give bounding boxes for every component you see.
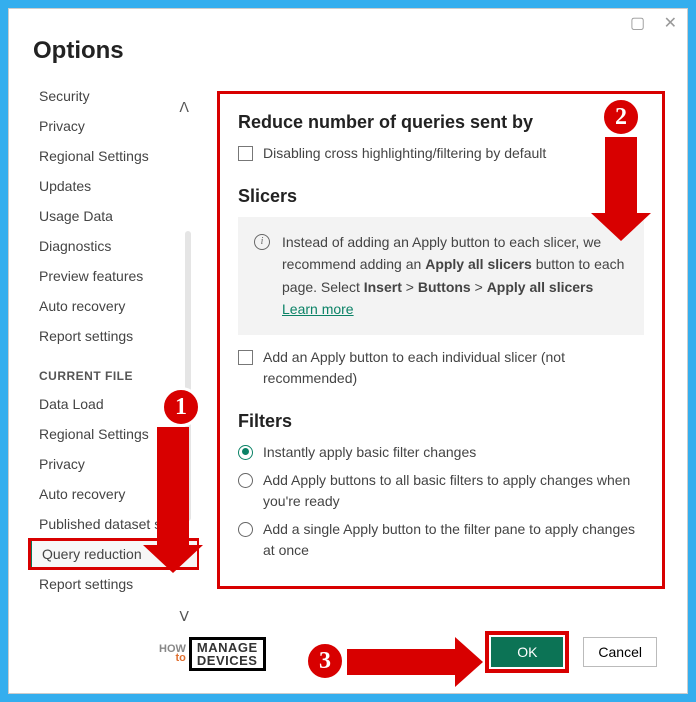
radio-apply-all-basic[interactable]: Add Apply buttons to all basic filters t…	[238, 470, 644, 512]
chevron-down-icon[interactable]: ᐯ	[179, 608, 189, 625]
sidebar-item-regional-settings[interactable]: Regional Settings	[29, 141, 199, 171]
annotation-arrow-3	[347, 649, 457, 675]
radio-icon	[238, 522, 253, 537]
radio-single-apply[interactable]: Add a single Apply button to the filter …	[238, 519, 644, 561]
annotation-badge-2: 2	[601, 97, 641, 137]
sidebar-item-report-settings[interactable]: Report settings	[29, 569, 199, 599]
radio-label: Add a single Apply button to the filter …	[263, 519, 644, 561]
info-icon: i	[254, 234, 270, 250]
cancel-button[interactable]: Cancel	[583, 637, 657, 667]
sidebar-item-updates[interactable]: Updates	[29, 171, 199, 201]
chevron-up-icon[interactable]: ᐱ	[179, 99, 189, 116]
dialog-footer: OK Cancel	[485, 631, 657, 673]
close-icon[interactable]: ✕	[664, 15, 677, 32]
sidebar-item-security[interactable]: Security	[29, 81, 199, 111]
sidebar-item-usage-data[interactable]: Usage Data	[29, 201, 199, 231]
ok-highlight: OK	[485, 631, 569, 673]
annotation-badge-3: 3	[305, 641, 345, 681]
sidebar-item-preview-features[interactable]: Preview features	[29, 261, 199, 291]
radio-label: Instantly apply basic filter changes	[263, 442, 476, 463]
watermark-howto: HOWto	[159, 645, 186, 664]
checkbox-apply-each-slicer[interactable]: Add an Apply button to each individual s…	[238, 347, 644, 389]
slicers-info-box: i Instead of adding an Apply button to e…	[238, 217, 644, 335]
checkbox-icon	[238, 350, 253, 365]
sidebar-item-auto-recovery[interactable]: Auto recovery	[29, 291, 199, 321]
watermark: HOWto MANAGEDEVICES	[159, 637, 266, 671]
radio-label: Add Apply buttons to all basic filters t…	[263, 470, 644, 512]
maximize-icon[interactable]: ▢	[630, 15, 645, 32]
radio-icon	[238, 473, 253, 488]
watermark-box: MANAGEDEVICES	[189, 637, 266, 671]
sidebar-item-diagnostics[interactable]: Diagnostics	[29, 231, 199, 261]
annotation-arrow-1	[157, 427, 189, 547]
checkbox-icon	[238, 146, 253, 161]
window-controls: ▢ ✕	[616, 13, 677, 33]
learn-more-link[interactable]: Learn more	[282, 301, 354, 317]
sidebar-item-privacy[interactable]: Privacy	[29, 111, 199, 141]
sidebar-header-current-file: CURRENT FILE	[29, 351, 199, 389]
panel-highlight: Reduce number of queries sent by Disabli…	[217, 91, 665, 589]
info-text: Instead of adding an Apply button to eac…	[282, 231, 628, 321]
section-filters-title: Filters	[238, 411, 644, 432]
checkbox-label: Disabling cross highlighting/filtering b…	[263, 143, 546, 164]
checkbox-label: Add an Apply button to each individual s…	[263, 347, 644, 389]
annotation-badge-1: 1	[161, 387, 201, 427]
checkbox-disable-cross-highlight[interactable]: Disabling cross highlighting/filtering b…	[238, 143, 644, 164]
sidebar-item-report-settings[interactable]: Report settings	[29, 321, 199, 351]
radio-instant-apply[interactable]: Instantly apply basic filter changes	[238, 442, 644, 463]
radio-icon	[238, 445, 253, 460]
dialog-title: Options	[9, 9, 687, 81]
section-reduce-title: Reduce number of queries sent by	[238, 112, 644, 133]
section-slicers-title: Slicers	[238, 186, 644, 207]
options-dialog: ▢ ✕ Options ᐱ SecurityPrivacyRegional Se…	[8, 8, 688, 694]
annotation-arrow-2	[605, 137, 637, 215]
ok-button[interactable]: OK	[491, 637, 563, 667]
